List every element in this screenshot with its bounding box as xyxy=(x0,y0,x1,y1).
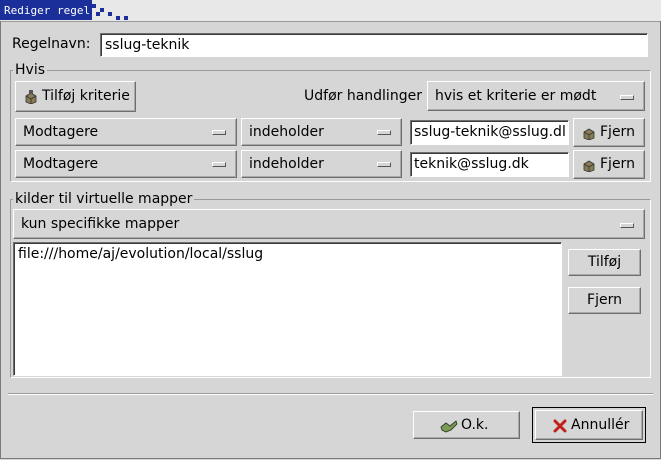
footer-separator xyxy=(8,393,653,395)
add-criterion-icon xyxy=(25,90,37,104)
perform-actions-select[interactable]: hvis et kriterie er mødt xyxy=(427,81,645,111)
option-menu-indicator-icon xyxy=(212,162,226,167)
close-icon xyxy=(553,419,567,433)
add-criterion-label: Tilføj kriterie xyxy=(42,88,130,104)
criterion-field-select[interactable]: Modtagere xyxy=(15,150,237,178)
title-decoration xyxy=(96,12,100,16)
option-menu-indicator-icon xyxy=(377,130,391,135)
add-source-button[interactable]: Tilføj xyxy=(568,249,641,276)
option-menu-indicator-icon xyxy=(620,223,634,228)
remove-criterion-icon xyxy=(583,160,595,172)
add-source-label: Tilføj xyxy=(587,254,622,270)
perform-actions-label: Udfør handlinger xyxy=(304,88,422,104)
window-title: Rediger regel xyxy=(4,4,91,17)
title-bar[interactable]: Rediger regel xyxy=(0,0,661,22)
ok-label: O.k. xyxy=(461,417,489,433)
title-decoration xyxy=(92,4,96,8)
if-group-title: Hvis xyxy=(13,62,47,78)
ok-icon xyxy=(440,420,458,433)
criterion-field-select[interactable]: Modtagere xyxy=(15,118,237,146)
criterion-field-value: Modtagere xyxy=(23,156,99,172)
criterion-operator-value: indeholder xyxy=(249,124,324,140)
remove-criterion-label: Fjern xyxy=(600,156,635,172)
option-menu-indicator-icon xyxy=(377,162,391,167)
sources-group-title: kilder til virtuelle mapper xyxy=(13,191,195,207)
sources-mode-select[interactable]: kun specifikke mapper xyxy=(13,209,645,239)
remove-criterion-button[interactable]: Fjern xyxy=(573,118,645,147)
remove-criterion-button[interactable]: Fjern xyxy=(573,150,645,179)
add-criterion-button[interactable]: Tilføj kriterie xyxy=(15,81,136,112)
list-item[interactable]: file:///home/aj/evolution/local/sslug xyxy=(18,246,263,262)
remove-criterion-label: Fjern xyxy=(600,124,635,140)
rule-name-label: Regelnavn: xyxy=(12,36,91,52)
sources-mode-value: kun specifikke mapper xyxy=(21,216,180,232)
title-decoration xyxy=(100,8,104,12)
remove-source-button[interactable]: Fjern xyxy=(568,287,641,314)
criterion-operator-select[interactable]: indeholder xyxy=(241,150,402,178)
title-decoration xyxy=(124,16,128,20)
remove-criterion-icon xyxy=(583,128,595,140)
criterion-operator-select[interactable]: indeholder xyxy=(241,118,402,146)
sources-list[interactable]: file:///home/aj/evolution/local/sslug xyxy=(13,242,562,376)
criterion-operator-value: indeholder xyxy=(249,156,324,172)
option-menu-indicator-icon xyxy=(212,130,226,135)
criterion-value-input[interactable]: sslug-teknik@sslug.dl xyxy=(410,120,569,145)
ok-button[interactable]: O.k. xyxy=(413,411,520,439)
perform-actions-value: hvis et kriterie er mødt xyxy=(435,88,597,104)
rule-name-input[interactable]: sslug-teknik xyxy=(100,33,648,57)
option-menu-indicator-icon xyxy=(620,95,634,100)
title-decoration xyxy=(108,12,112,16)
criterion-field-value: Modtagere xyxy=(23,124,99,140)
cancel-label: Annullér xyxy=(571,417,630,433)
criterion-value-input[interactable]: teknik@sslug.dk xyxy=(410,152,569,177)
cancel-button[interactable]: Annullér xyxy=(535,410,643,440)
title-decoration xyxy=(116,16,120,20)
remove-source-label: Fjern xyxy=(587,292,622,308)
